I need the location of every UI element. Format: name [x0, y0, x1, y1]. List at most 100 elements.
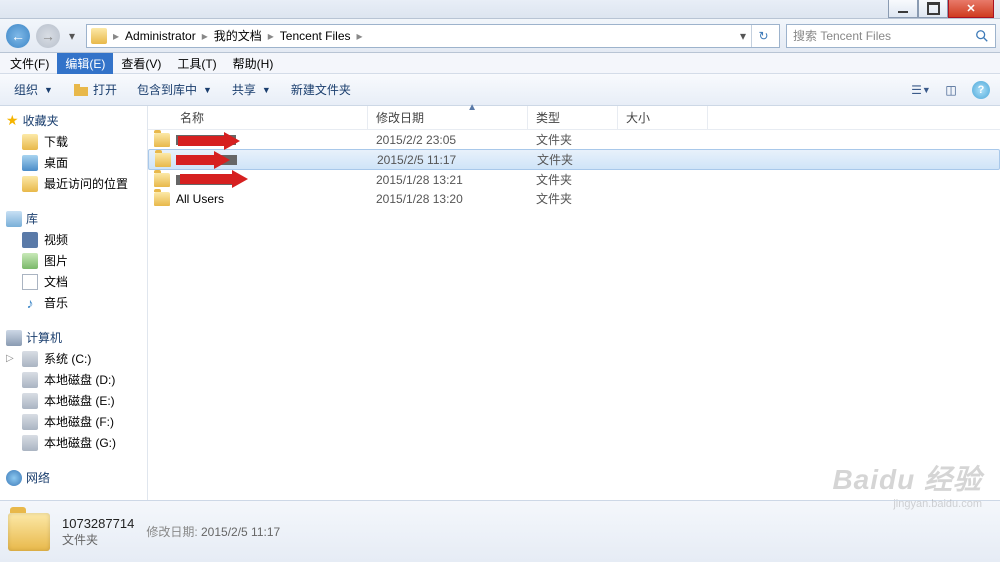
sidebar-drive-f[interactable]: 本地磁盘 (F:) — [0, 411, 147, 432]
preview-pane-button[interactable]: ◫ — [938, 79, 964, 101]
file-type: 文件夹 — [528, 190, 618, 207]
computer-icon — [6, 330, 22, 346]
sidebar-network[interactable]: 网络 — [0, 467, 147, 488]
sidebar-computer[interactable]: 计算机 — [0, 327, 147, 348]
drive-icon — [22, 435, 38, 451]
search-input[interactable]: 搜索 Tencent Files — [786, 24, 996, 48]
sidebar-libraries[interactable]: 库 — [0, 208, 147, 229]
file-name: All Users — [176, 192, 224, 206]
folder-icon — [154, 133, 170, 147]
sidebar-drive-d[interactable]: 本地磁盘 (D:) — [0, 369, 147, 390]
open-icon — [73, 83, 89, 97]
organize-button[interactable]: 组织▼ — [6, 77, 61, 102]
new-folder-button[interactable]: 新建文件夹 — [283, 77, 359, 102]
sidebar-drive-e[interactable]: 本地磁盘 (E:) — [0, 390, 147, 411]
file-type: 文件夹 — [528, 171, 618, 188]
file-date: 2015/1/28 13:21 — [368, 173, 528, 187]
menu-bar: 文件(F) 编辑(E) 查看(V) 工具(T) 帮助(H) — [0, 53, 1000, 74]
music-icon: ♪ — [22, 295, 38, 311]
drive-icon — [22, 372, 38, 388]
file-date: 2015/1/28 13:20 — [368, 192, 528, 206]
nav-bar: ← → ▾ ▸ Administrator ▸ 我的文档 ▸ Tencent F… — [0, 19, 1000, 53]
details-pane: 1073287714 文件夹 修改日期: 2015/2/5 11:17 — [0, 500, 1000, 562]
sidebar-music[interactable]: ♪音乐 — [0, 292, 147, 313]
minimize-button[interactable] — [888, 0, 918, 18]
redacted-name — [177, 155, 237, 165]
file-list: 名称▲ 修改日期 类型 大小 2015/2/2 23:05文件夹2015/2/5… — [148, 106, 1000, 500]
file-date: 2015/2/5 11:17 — [369, 153, 529, 167]
address-breadcrumb[interactable]: ▸ Administrator ▸ 我的文档 ▸ Tencent Files ▸… — [86, 24, 780, 48]
folder-icon — [22, 134, 38, 150]
refresh-button[interactable]: ↻ — [751, 25, 775, 47]
folder-icon — [154, 173, 170, 187]
redacted-name — [176, 135, 236, 145]
table-row[interactable]: 2015/1/28 13:21文件夹 — [148, 170, 1000, 189]
help-button[interactable]: ? — [968, 79, 994, 101]
table-row[interactable]: All Users 2015/1/28 13:20文件夹 — [148, 189, 1000, 208]
nav-forward-button[interactable]: → — [34, 23, 62, 49]
sidebar-favorites[interactable]: ★收藏夹 — [0, 110, 147, 131]
sort-indicator-icon: ▲ — [467, 102, 477, 113]
nav-history-dropdown[interactable]: ▾ — [64, 29, 80, 43]
drive-icon — [22, 351, 38, 367]
search-placeholder: 搜索 Tencent Files — [793, 27, 891, 44]
menu-help[interactable]: 帮助(H) — [225, 53, 282, 74]
share-button[interactable]: 共享▼ — [224, 77, 279, 102]
breadcrumb-item[interactable]: Tencent Files — [276, 29, 355, 43]
table-row[interactable]: 2015/2/5 11:17文件夹 — [148, 149, 1000, 170]
file-type: 文件夹 — [528, 131, 618, 148]
expand-icon[interactable]: ▷ — [6, 353, 14, 364]
column-name[interactable]: 名称▲ — [148, 106, 368, 129]
folder-icon — [91, 28, 107, 44]
details-modified: 修改日期: 2015/2/5 11:17 — [146, 523, 280, 540]
recent-icon — [22, 176, 38, 192]
open-button[interactable]: 打开 — [65, 77, 125, 102]
library-icon — [6, 211, 22, 227]
document-icon — [22, 274, 38, 290]
star-icon: ★ — [6, 112, 19, 129]
menu-file[interactable]: 文件(F) — [2, 53, 57, 74]
picture-icon — [22, 253, 38, 269]
search-icon — [975, 29, 989, 43]
video-icon — [22, 232, 38, 248]
menu-edit[interactable]: 编辑(E) — [57, 53, 113, 74]
breadcrumb-item[interactable]: 我的文档 — [210, 27, 266, 44]
drive-icon — [22, 393, 38, 409]
menu-tools[interactable]: 工具(T) — [169, 53, 224, 74]
column-size[interactable]: 大小 — [618, 106, 708, 129]
table-row[interactable]: 2015/2/2 23:05文件夹 — [148, 130, 1000, 149]
window-titlebar — [0, 0, 1000, 19]
details-name: 1073287714 — [62, 516, 134, 531]
close-button[interactable] — [948, 0, 994, 18]
column-date[interactable]: 修改日期 — [368, 106, 528, 129]
network-icon — [6, 470, 22, 486]
sidebar-drive-g[interactable]: 本地磁盘 (G:) — [0, 432, 147, 453]
sidebar-recent[interactable]: 最近访问的位置 — [0, 173, 147, 194]
sidebar-pictures[interactable]: 图片 — [0, 250, 147, 271]
column-headers: 名称▲ 修改日期 类型 大小 — [148, 106, 1000, 130]
sidebar-drive-c[interactable]: ▷系统 (C:) — [0, 348, 147, 369]
include-library-button[interactable]: 包含到库中▼ — [129, 77, 220, 102]
file-type: 文件夹 — [529, 151, 619, 168]
nav-back-button[interactable]: ← — [4, 23, 32, 49]
sidebar-videos[interactable]: 视频 — [0, 229, 147, 250]
sidebar-downloads[interactable]: 下载 — [0, 131, 147, 152]
details-type: 文件夹 — [62, 531, 134, 548]
breadcrumb-item[interactable]: Administrator — [121, 29, 200, 43]
column-type[interactable]: 类型 — [528, 106, 618, 129]
address-dropdown-icon[interactable]: ▾ — [735, 29, 751, 43]
folder-large-icon — [8, 513, 50, 551]
redacted-name — [176, 175, 236, 185]
menu-view[interactable]: 查看(V) — [113, 53, 169, 74]
folder-icon — [155, 153, 171, 167]
maximize-button[interactable] — [918, 0, 948, 18]
folder-icon — [154, 192, 170, 206]
desktop-icon — [22, 155, 38, 171]
navigation-sidebar: ★收藏夹 下载 桌面 最近访问的位置 库 视频 图片 文档 ♪音乐 计算机 ▷系… — [0, 106, 148, 500]
command-toolbar: 组织▼ 打开 包含到库中▼ 共享▼ 新建文件夹 ☰ ▼ ◫ ? — [0, 74, 1000, 106]
view-options-button[interactable]: ☰ ▼ — [908, 79, 934, 101]
sidebar-documents[interactable]: 文档 — [0, 271, 147, 292]
drive-icon — [22, 414, 38, 430]
file-date: 2015/2/2 23:05 — [368, 133, 528, 147]
sidebar-desktop[interactable]: 桌面 — [0, 152, 147, 173]
